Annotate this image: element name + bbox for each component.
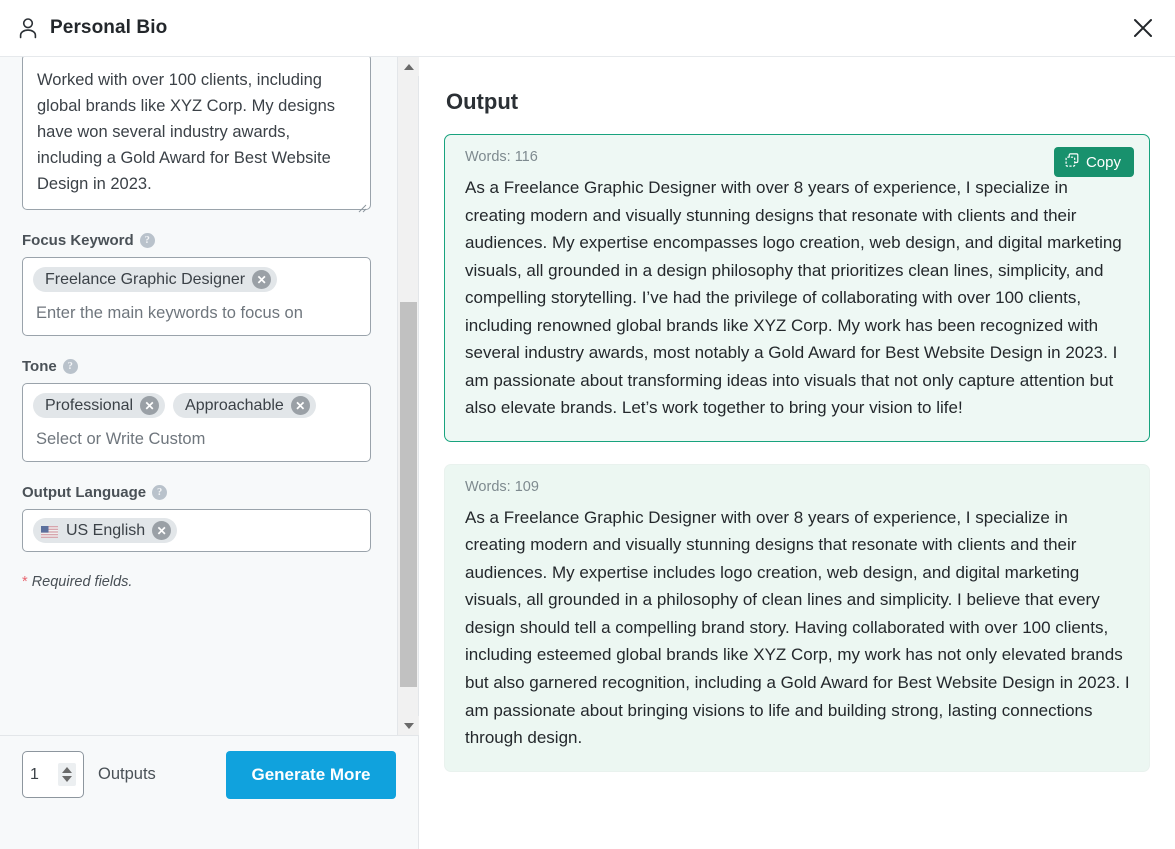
scroll-down-button[interactable] (398, 716, 419, 735)
personal-bio-modal: Personal Bio Personal Achievements ? Wor… (0, 0, 1175, 849)
chip-remove-icon[interactable]: ✕ (290, 396, 310, 416)
chevron-down-icon (403, 722, 414, 729)
chip-remove-icon[interactable]: ✕ (252, 270, 272, 290)
required-star: * (22, 574, 28, 591)
copy-button-label: Copy (1085, 153, 1121, 171)
scroll-up-button[interactable] (398, 57, 419, 76)
achievements-value: Worked with over 100 clients, including … (37, 71, 336, 194)
user-icon (18, 17, 38, 39)
page-title: Personal Bio (50, 17, 168, 38)
tone-label-text: Tone (22, 358, 57, 376)
word-count-badge: Words: 116 (465, 149, 538, 165)
help-icon[interactable]: ? (152, 485, 168, 501)
header-left: Personal Bio (18, 17, 167, 39)
field-focus-keyword: Focus Keyword ? Freelance Graphic Design… (22, 232, 374, 337)
tone-chips: Professional ✕ Approachable ✕ (33, 393, 360, 419)
output-language-label-text: Output Language (22, 484, 147, 502)
outputs-label: Outputs (98, 765, 156, 783)
chevron-up-icon (403, 63, 414, 70)
modal-header: Personal Bio (0, 0, 1175, 57)
form-scroll-area: Personal Achievements ? Worked with over… (0, 57, 418, 735)
stepper-up-icon[interactable] (62, 767, 72, 773)
chip-label: Professional (45, 396, 134, 414)
outputs-count-value: 1 (30, 765, 39, 783)
chip: Freelance Graphic Designer ✕ (33, 267, 278, 293)
focus-keyword-input[interactable]: Freelance Graphic Designer ✕ Enter the m… (22, 257, 371, 337)
chip-remove-icon[interactable]: ✕ (140, 396, 160, 416)
output-language-input[interactable]: US English ✕ (22, 509, 371, 553)
us-flag-icon (41, 525, 58, 538)
chip-label: Approachable (185, 396, 284, 414)
output-text: As a Freelance Graphic Designer with ove… (465, 178, 1122, 418)
form-footer: 1 Outputs Generate More (0, 735, 418, 813)
output-text: As a Freelance Graphic Designer with ove… (465, 507, 1130, 748)
tone-label: Tone ? (22, 358, 374, 375)
chip: Professional ✕ (33, 393, 166, 419)
focus-keyword-label-text: Focus Keyword (22, 232, 134, 250)
focus-keyword-placeholder: Enter the main keywords to focus on (36, 304, 303, 323)
output-language-chips: US English ✕ (33, 518, 360, 544)
close-icon[interactable] (1127, 12, 1159, 44)
scrollbar-thumb[interactable] (400, 302, 417, 687)
field-personal-achievements: Personal Achievements ? Worked with over… (22, 57, 374, 213)
output-panel: Output Words: 116 Copy As a Freelance Gr… (419, 57, 1175, 849)
output-card: Words: 109 As a Freelance Graphic Design… (444, 463, 1150, 772)
chip-remove-icon[interactable]: ✕ (152, 521, 172, 541)
stepper-down-icon[interactable] (62, 776, 72, 782)
resize-grip-icon[interactable] (355, 195, 367, 213)
outputs-stepper[interactable]: 1 (22, 751, 84, 798)
tone-input[interactable]: Professional ✕ Approachable ✕ Select or … (22, 383, 371, 463)
output-card: Words: 116 Copy As a Freelance Graphic D… (444, 134, 1150, 442)
help-icon[interactable]: ? (139, 233, 155, 249)
required-fields-note: * Required fields. (22, 574, 374, 590)
achievements-textarea[interactable]: Worked with over 100 clients, including … (22, 57, 371, 213)
output-heading: Output (446, 89, 519, 114)
tone-placeholder: Select or Write Custom (36, 430, 206, 449)
chip: Approachable ✕ (173, 393, 316, 419)
generate-more-button[interactable]: Generate More (226, 750, 396, 799)
field-output-language: Output Language ? US English ✕ (22, 484, 374, 553)
help-icon[interactable]: ? (62, 359, 78, 375)
word-count-badge: Words: 109 (465, 478, 539, 495)
focus-keyword-chips: Freelance Graphic Designer ✕ (33, 267, 360, 293)
chip-label: US English (66, 521, 146, 539)
required-note-text: Required fields. (31, 574, 133, 591)
chip: US English ✕ (33, 518, 178, 544)
form-panel: Personal Achievements ? Worked with over… (0, 57, 419, 849)
copy-button[interactable]: Copy (1053, 147, 1134, 177)
focus-keyword-label: Focus Keyword ? (22, 232, 374, 249)
form-scrollbar[interactable] (397, 57, 419, 735)
stepper-arrows[interactable] (58, 763, 76, 786)
form-fields: Personal Achievements ? Worked with over… (0, 57, 396, 590)
field-tone: Tone ? Professional ✕ Approachable ✕ Sel… (22, 358, 374, 463)
chip-label: Freelance Graphic Designer (45, 270, 246, 288)
output-language-label: Output Language ? (22, 484, 374, 501)
copy-icon (1065, 153, 1079, 171)
